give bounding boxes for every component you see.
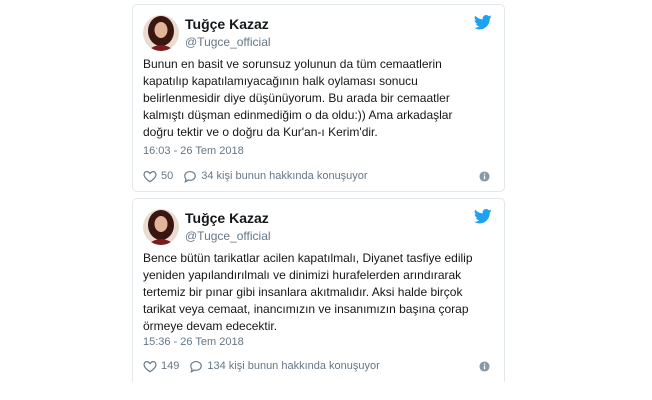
author-handle[interactable]: @Tugce_official (185, 229, 271, 243)
comment-icon (183, 170, 197, 183)
author-handle[interactable]: @Tugce_official (185, 35, 271, 49)
like-count: 149 (161, 360, 180, 372)
reply-button[interactable]: 134 kişi bunun hakkında konuşuyor (189, 360, 380, 373)
tweet-actions: 50 34 kişi bunun hakkında konuşuyor (143, 167, 494, 185)
tweet-timestamp[interactable]: 15:36 - 26 Tem 2018 (143, 336, 244, 348)
tweet-text: Bunun en basit ve sorunsuz yolunun da tü… (143, 57, 453, 139)
like-button[interactable]: 50 (143, 170, 173, 183)
tweet-card[interactable]: Tuğçe Kazaz @Tugce_official Bence bütün … (132, 198, 505, 382)
tweet-timestamp[interactable]: 16:03 - 26 Tem 2018 (143, 145, 244, 157)
reply-count: 134 kişi bunun hakkında konuşuyor (207, 360, 380, 372)
heart-icon (143, 170, 157, 183)
tweet-actions: 149 134 kişi bunun hakkında konuşuyor (143, 357, 494, 375)
tweet-text: Bence bütün tarikatlar acilen kapatılmal… (143, 251, 473, 333)
reply-count: 34 kişi bunun hakkında konuşuyor (201, 170, 368, 182)
reply-button[interactable]: 34 kişi bunun hakkında konuşuyor (183, 170, 368, 183)
info-icon[interactable] (479, 361, 490, 375)
tweet-card[interactable]: Tuğçe Kazaz @Tugce_official Bunun en bas… (132, 4, 505, 192)
author-name[interactable]: Tuğçe Kazaz (185, 210, 269, 226)
heart-icon (143, 360, 157, 373)
twitter-bird-icon[interactable] (473, 15, 492, 30)
like-button[interactable]: 149 (143, 360, 179, 373)
avatar[interactable] (143, 209, 179, 245)
author-name[interactable]: Tuğçe Kazaz (185, 16, 269, 32)
info-icon[interactable] (479, 171, 490, 185)
twitter-bird-icon[interactable] (473, 209, 492, 224)
avatar[interactable] (143, 15, 179, 51)
comment-icon (189, 360, 203, 373)
like-count: 50 (161, 170, 174, 182)
